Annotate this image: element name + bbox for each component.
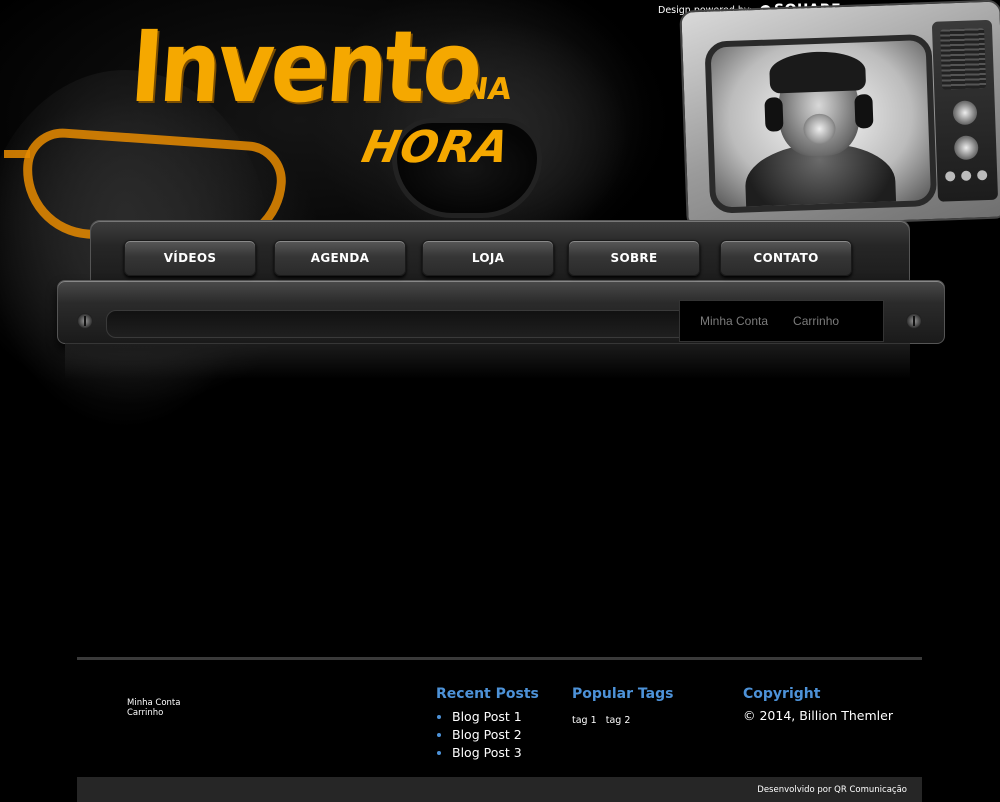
recent-post-link[interactable]: Blog Post 1 bbox=[452, 708, 539, 726]
screw-icon bbox=[77, 313, 93, 329]
nav-shadow bbox=[65, 343, 910, 379]
logo-small-text: NA bbox=[460, 72, 514, 107]
recent-post-link[interactable]: Blog Post 3 bbox=[452, 744, 539, 762]
copyright-title: Copyright bbox=[743, 686, 821, 702]
recent-posts-list: Blog Post 1 Blog Post 2 Blog Post 3 bbox=[436, 708, 539, 762]
main-navigation: VÍDEOS AGENDA LOJA SOBRE CONTATO bbox=[124, 240, 864, 280]
my-account-link[interactable]: Minha Conta bbox=[700, 314, 768, 328]
footer-my-account-link[interactable]: Minha Conta bbox=[127, 698, 180, 708]
screw-icon bbox=[906, 313, 922, 329]
nav-item-sobre[interactable]: SOBRE bbox=[568, 240, 700, 276]
headphones-left-icon bbox=[764, 97, 784, 132]
site-logo[interactable]: Invento NA HORA bbox=[127, 10, 515, 180]
nav-item-videos[interactable]: VÍDEOS bbox=[124, 240, 256, 276]
tag-link[interactable]: tag 1 bbox=[572, 715, 597, 726]
tv-speaker-grill bbox=[940, 28, 987, 90]
tv-screen bbox=[704, 33, 938, 214]
footer-bottom-bar: Desenvolvido por QR Comunicação bbox=[77, 777, 922, 802]
footer-divider bbox=[77, 657, 922, 660]
nav-item-agenda[interactable]: AGENDA bbox=[274, 240, 406, 276]
tag-list: tag 1 tag 2 bbox=[572, 708, 673, 727]
recent-posts-title: Recent Posts bbox=[436, 686, 539, 702]
tag-link[interactable]: tag 2 bbox=[606, 715, 631, 726]
nav-item-contato[interactable]: CONTATO bbox=[720, 240, 852, 276]
tv-button-icon bbox=[961, 170, 972, 181]
copyright-widget: Copyright © 2014, Billion Themler bbox=[743, 686, 893, 723]
tv-knob-icon bbox=[952, 100, 978, 126]
headphones-right-icon bbox=[854, 93, 874, 129]
tv-control-panel bbox=[931, 19, 999, 202]
footer-cart-link[interactable]: Carrinho bbox=[127, 708, 180, 718]
nav-frame-slot bbox=[106, 310, 688, 338]
copyright-text: © 2014, Billion Themler bbox=[743, 708, 893, 723]
tv-knob-icon bbox=[953, 135, 979, 161]
cart-link[interactable]: Carrinho bbox=[793, 314, 839, 328]
popular-tags-title: Popular Tags bbox=[572, 686, 674, 702]
account-links: Minha Conta Carrinho bbox=[679, 300, 884, 342]
footer-account-links: Minha Conta Carrinho bbox=[127, 698, 180, 718]
developer-credit[interactable]: Desenvolvido por QR Comunicação bbox=[757, 785, 907, 795]
nav-item-loja[interactable]: LOJA bbox=[422, 240, 554, 276]
popular-tags-widget: Popular Tags tag 1 tag 2 bbox=[572, 686, 673, 727]
logo-main-text: Invento bbox=[126, 10, 484, 125]
tv-button-icon bbox=[945, 171, 956, 182]
recent-post-link[interactable]: Blog Post 2 bbox=[452, 726, 539, 744]
logo-sub-text: HORA bbox=[357, 122, 515, 173]
retro-tv-image bbox=[679, 0, 1000, 230]
tv-button-icon bbox=[977, 170, 988, 181]
tv-figure-cap bbox=[768, 50, 867, 94]
recent-posts-widget: Recent Posts Blog Post 1 Blog Post 2 Blo… bbox=[436, 686, 539, 762]
